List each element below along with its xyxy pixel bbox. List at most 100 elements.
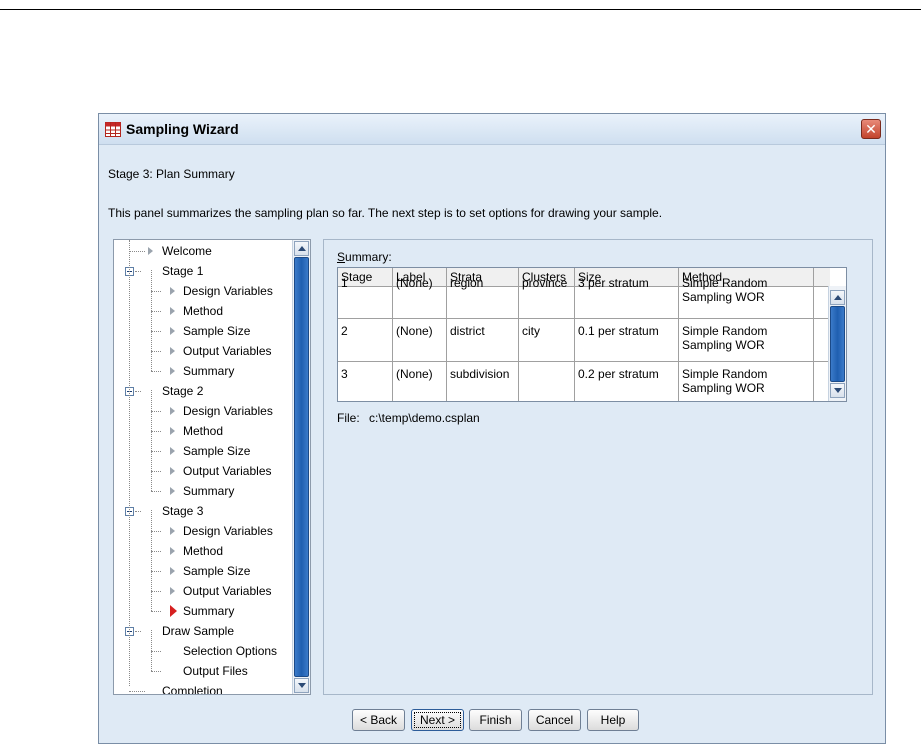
tree-connector <box>135 271 141 272</box>
table-row[interactable]: 1 (None) region province 3 per stratum S… <box>338 276 830 319</box>
tree-connector <box>151 431 161 432</box>
cell-label: (None) <box>393 362 447 401</box>
tree-guide-line <box>129 240 130 686</box>
panel-description: This panel summarizes the sampling plan … <box>108 206 663 220</box>
cell-strata: district <box>447 319 519 361</box>
tree-connector <box>151 671 161 672</box>
tree-item[interactable]: Draw Sample <box>114 621 294 641</box>
tree-item-label: Stage 2 <box>162 384 204 398</box>
back-button[interactable]: < Back <box>352 709 405 731</box>
cell-strata: region <box>447 276 519 318</box>
sampling-wizard-window: Sampling Wizard ✕ Stage 3: Plan Summary … <box>98 113 886 744</box>
scroll-down-button[interactable] <box>830 383 845 398</box>
tree-item[interactable]: Design Variables <box>114 401 294 421</box>
tree-item[interactable]: Design Variables <box>114 521 294 541</box>
summary-label: Summary: <box>337 250 392 264</box>
arrow-down-icon <box>298 683 306 688</box>
tree-connector <box>135 631 141 632</box>
cell-method: Simple Random Sampling WOR <box>679 276 814 318</box>
stage-title: Stage 3: Plan Summary <box>108 167 235 181</box>
tree-item[interactable]: Design Variables <box>114 281 294 301</box>
table-grid-icon <box>105 122 121 137</box>
tree-connector <box>129 691 145 692</box>
tree-item[interactable]: Stage 1 <box>114 261 294 281</box>
cell-size: 0.2 per stratum <box>575 362 679 401</box>
close-icon: ✕ <box>865 120 877 137</box>
tree-item-label: Sample Size <box>183 564 251 578</box>
file-label: File: <box>337 411 360 425</box>
tree-connector <box>151 651 161 652</box>
summary-grid[interactable]: Stage Label Strata Clusters Size Method … <box>337 267 847 402</box>
tree-connector <box>151 551 161 552</box>
tree-item-label: Sample Size <box>183 444 251 458</box>
tree-item[interactable]: Output Variables <box>114 341 294 361</box>
help-button[interactable]: Help <box>587 709 639 731</box>
scroll-thumb[interactable] <box>294 257 309 677</box>
tree-item[interactable]: Output Variables <box>114 461 294 481</box>
cell-clusters: city <box>519 319 575 361</box>
tree-item-label: Sample Size <box>183 324 251 338</box>
cell-size: 3 per stratum <box>575 276 679 318</box>
tree-item[interactable]: Sample Size <box>114 561 294 581</box>
tree-item-label: Summary <box>183 604 235 618</box>
tree-item-label: Method <box>183 544 224 558</box>
step-arrow-icon <box>170 327 175 335</box>
step-arrow-icon <box>170 367 175 375</box>
scroll-thumb[interactable] <box>830 306 845 382</box>
summary-label-text: ummary: <box>345 250 392 264</box>
tree-item[interactable]: Output Files <box>114 661 294 681</box>
tree-connector <box>151 471 161 472</box>
tree-item[interactable]: Selection Options <box>114 641 294 661</box>
tree-connector <box>135 391 141 392</box>
scroll-up-button[interactable] <box>294 241 309 256</box>
step-arrow-icon <box>170 287 175 295</box>
tree-guide-line <box>151 510 152 611</box>
tree-item[interactable]: Completion <box>114 681 294 695</box>
step-arrow-icon <box>170 567 175 575</box>
current-step-arrow-icon <box>170 605 177 617</box>
tree-item[interactable]: Stage 3 <box>114 501 294 521</box>
step-arrow-icon <box>170 467 175 475</box>
tree-item-label: Output Variables <box>183 464 272 478</box>
tree-item[interactable]: Method <box>114 421 294 441</box>
tree-connector <box>151 571 161 572</box>
scroll-up-button[interactable] <box>830 290 845 305</box>
tree-item[interactable]: Method <box>114 541 294 561</box>
tree-item-label: Output Variables <box>183 584 272 598</box>
tree-item-label: Completion <box>162 684 223 695</box>
tree-connector <box>151 591 161 592</box>
summary-label-mnemonic: S <box>337 250 346 264</box>
tree-item[interactable]: Welcome <box>114 241 294 261</box>
cancel-button[interactable]: Cancel <box>528 709 581 731</box>
cell-stage: 2 <box>338 319 393 361</box>
tree-item[interactable]: Output Variables <box>114 581 294 601</box>
tree-item-label: Method <box>183 304 224 318</box>
table-row[interactable]: 3 (None) subdivision 0.2 per stratum Sim… <box>338 362 830 401</box>
scroll-down-button[interactable] <box>294 678 309 693</box>
wizard-step-tree[interactable]: Welcome Stage 1 Design Variables Method Samp… <box>113 239 311 695</box>
tree-item[interactable]: Sample Size <box>114 321 294 341</box>
grid-scrollbar[interactable] <box>828 286 846 401</box>
next-button[interactable]: Next > <box>411 709 464 731</box>
cell-size: 0.1 per stratum <box>575 319 679 361</box>
tree-connector <box>129 251 145 252</box>
tree-item[interactable]: Sample Size <box>114 441 294 461</box>
tree-item-label: Summary <box>183 364 235 378</box>
tree-item-label: Design Variables <box>183 284 273 298</box>
cell-label: (None) <box>393 319 447 361</box>
tree-item[interactable]: Method <box>114 301 294 321</box>
tree-scrollbar[interactable] <box>292 240 310 694</box>
finish-button[interactable]: Finish <box>469 709 522 731</box>
tree-item[interactable]: Summary <box>114 601 294 621</box>
tree-item-label: Selection Options <box>183 644 278 658</box>
step-arrow-icon <box>170 587 175 595</box>
tree-guide-line <box>151 270 152 371</box>
tree-item-label: Design Variables <box>183 404 273 418</box>
table-row[interactable]: 2 (None) district city 0.1 per stratum S… <box>338 319 830 362</box>
title-bar[interactable]: Sampling Wizard ✕ <box>99 114 885 145</box>
step-arrow-icon <box>170 487 175 495</box>
tree-item[interactable]: Summary <box>114 361 294 381</box>
tree-item[interactable]: Summary <box>114 481 294 501</box>
tree-item[interactable]: Stage 2 <box>114 381 294 401</box>
close-button[interactable]: ✕ <box>861 119 881 139</box>
